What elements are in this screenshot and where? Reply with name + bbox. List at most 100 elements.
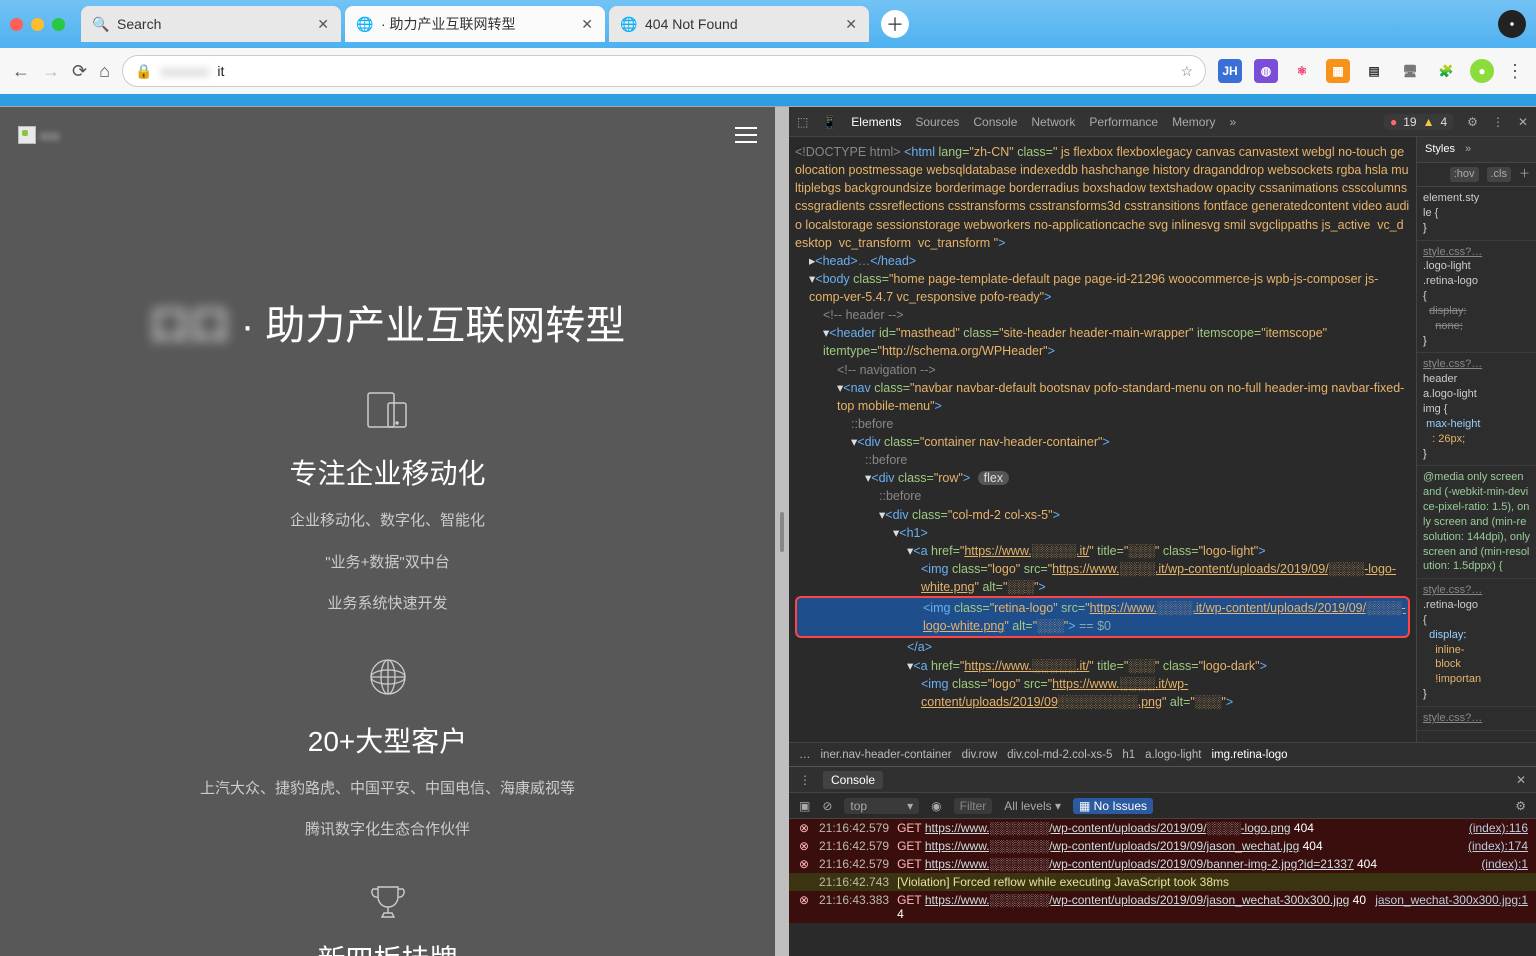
- dom-comment: <!-- header -->: [795, 306, 1410, 324]
- inspect-icon[interactable]: ⬚: [797, 115, 808, 129]
- dom-line: <!DOCTYPE html>: [795, 145, 901, 159]
- globe-wire-icon: [368, 657, 408, 697]
- dom-line[interactable]: ▾<header id="masthead" class="site-heade…: [795, 324, 1410, 360]
- console-toolbar: ▣ ⊘ top ▾ ◉ Filter All levels ▾ ▦ No Iss…: [789, 793, 1536, 819]
- dom-line[interactable]: ▾<nav class="navbar navbar-default boots…: [795, 379, 1410, 415]
- console-log-line: ⊗21:16:42.579GET https://www.░░░░░░░/wp-…: [789, 837, 1536, 855]
- section-line: 腾讯数字化生态合作伙伴: [0, 817, 775, 843]
- context-select[interactable]: top ▾: [844, 798, 919, 814]
- section-clients: 20+大型客户 上汽大众、捷豹路虎、中国平安、中国电信、海康威视等 腾讯数字化生…: [0, 657, 775, 843]
- extension-green-icon[interactable]: ●: [1470, 59, 1494, 83]
- section-line: 企业移动化、数字化、智能化: [0, 508, 775, 534]
- dom-tree[interactable]: <!DOCTYPE html> <html lang="zh-CN" class…: [789, 137, 1416, 742]
- dom-comment: <!-- navigation -->: [795, 361, 1410, 379]
- url-blurred: xxxxxxx: [160, 63, 209, 79]
- dom-selected-line[interactable]: <img class="retina-logo" src="https://ww…: [795, 596, 1410, 638]
- style-block[interactable]: style.css?… .retina-logo{ display: inlin…: [1417, 579, 1536, 707]
- cls-toggle[interactable]: .cls: [1487, 167, 1512, 182]
- extension-jh-icon[interactable]: JH: [1218, 59, 1242, 83]
- dom-pseudo: ::before: [795, 451, 1410, 469]
- section-title: 新四板挂牌: [0, 938, 775, 956]
- close-drawer-icon[interactable]: ✕: [1516, 773, 1526, 787]
- dom-breadcrumb[interactable]: … iner.nav-header-container div.row div.…: [789, 742, 1536, 766]
- home-button[interactable]: ⌂: [99, 61, 110, 82]
- extension-purple-icon[interactable]: ◍: [1254, 59, 1278, 83]
- new-tab-button[interactable]: ＋: [881, 10, 909, 38]
- extension-puzzle-icon[interactable]: 🧩: [1434, 59, 1458, 83]
- search-icon: 🔍: [93, 16, 109, 32]
- tab-site[interactable]: 🌐 · 助力产业互联网转型 ✕: [345, 6, 605, 42]
- drawer-menu-icon[interactable]: ⋮: [799, 773, 811, 787]
- dom-line[interactable]: ▾<a href="https://www.░░░░░.it/" title="…: [795, 657, 1410, 675]
- style-block[interactable]: element.style {}: [1417, 187, 1536, 241]
- tab-search[interactable]: 🔍 Search ✕: [81, 6, 341, 42]
- console-log-list[interactable]: ⊗21:16:42.579GET https://www.░░░░░░░/wp-…: [789, 819, 1536, 956]
- levels-select[interactable]: All levels ▾: [1004, 799, 1061, 813]
- dom-line[interactable]: ▾<h1>: [795, 524, 1410, 542]
- extension-qr-icon[interactable]: ▤: [1362, 59, 1386, 83]
- back-button[interactable]: ←: [12, 61, 30, 82]
- hov-toggle[interactable]: :hov: [1450, 167, 1479, 182]
- forward-button[interactable]: →: [42, 61, 60, 82]
- no-issues-chip[interactable]: ▦ No Issues: [1073, 798, 1153, 814]
- style-block[interactable]: @media only screen and (-webkit-min-devi…: [1417, 466, 1536, 579]
- minimize-window-button[interactable]: [31, 18, 44, 31]
- tab-performance[interactable]: Performance: [1089, 115, 1158, 129]
- filter-input[interactable]: Filter: [954, 798, 993, 814]
- tab-strip: 🔍 Search ✕ 🌐 · 助力产业互联网转型 ✕ 🌐 404 Not Fou…: [81, 6, 909, 42]
- styles-pane[interactable]: Styles » :hov .cls ＋ element.style {} st…: [1416, 137, 1536, 742]
- issues-chip[interactable]: ●19▲4: [1384, 114, 1453, 130]
- add-rule-icon[interactable]: ＋: [1519, 167, 1530, 182]
- tab-network[interactable]: Network: [1031, 115, 1075, 129]
- tab-memory[interactable]: Memory: [1172, 115, 1215, 129]
- broken-logo-image: xxx: [18, 126, 60, 144]
- dom-line[interactable]: ▾<div class="col-md-2 col-xs-5">: [795, 506, 1410, 524]
- fullscreen-window-button[interactable]: [52, 18, 65, 31]
- styles-tab[interactable]: Styles: [1425, 142, 1455, 157]
- dom-line[interactable]: <img class="logo" src="https://www.░░░░.…: [795, 560, 1410, 596]
- dom-line[interactable]: ▾<body class="home page-template-default…: [795, 270, 1410, 306]
- dom-line[interactable]: ▾<div class="container nav-header-contai…: [795, 433, 1410, 451]
- section-line: 业务系统快速开发: [0, 591, 775, 617]
- extension-display-icon[interactable]: 🖥: [1398, 59, 1422, 83]
- bookmark-star-icon[interactable]: ☆: [1180, 63, 1193, 80]
- close-window-button[interactable]: [10, 18, 23, 31]
- hamburger-menu-button[interactable]: [735, 127, 757, 143]
- eye-icon[interactable]: ◉: [931, 799, 941, 813]
- close-icon[interactable]: ✕: [845, 16, 857, 33]
- clear-console-icon[interactable]: ⊘: [822, 799, 832, 813]
- more-tabs-icon[interactable]: »: [1229, 115, 1236, 129]
- settings-icon[interactable]: ⚙: [1467, 115, 1478, 129]
- style-block[interactable]: style.css?… .logo-light.retina-logo{ dis…: [1417, 241, 1536, 354]
- extension-atom-icon[interactable]: ⚛: [1290, 59, 1314, 83]
- dom-line[interactable]: ▸<head>…</head>: [795, 252, 1410, 270]
- overflow-menu-button[interactable]: ⋮: [1506, 61, 1524, 82]
- tab-console[interactable]: Console: [973, 115, 1017, 129]
- style-block[interactable]: style.css?…: [1417, 707, 1536, 731]
- tab-elements[interactable]: Elements: [851, 115, 901, 129]
- tab-404[interactable]: 🌐 404 Not Found ✕: [609, 6, 869, 42]
- reload-button[interactable]: ⟳: [72, 61, 87, 82]
- tab-sources[interactable]: Sources: [915, 115, 959, 129]
- drawer-console-tab[interactable]: Console: [823, 771, 883, 789]
- url-bar[interactable]: 🔒 xxxxxxx it ☆: [122, 55, 1206, 87]
- hero-title: · 助力产业互联网转型: [241, 304, 625, 348]
- dom-line[interactable]: ▾<a href="https://www.░░░░░.it/" title="…: [795, 542, 1410, 560]
- device-toggle-icon[interactable]: 📱: [822, 115, 837, 129]
- more-icon[interactable]: »: [1465, 142, 1471, 157]
- sidebar-toggle-icon[interactable]: ▣: [799, 799, 810, 813]
- profile-button[interactable]: [1498, 10, 1526, 38]
- close-devtools-icon[interactable]: ✕: [1518, 115, 1528, 129]
- close-icon[interactable]: ✕: [317, 16, 329, 33]
- trophy-icon: [368, 883, 408, 919]
- hero-section: 口口 · 助力产业互联网转型: [0, 163, 775, 351]
- extension-orange-icon[interactable]: ▦: [1326, 59, 1350, 83]
- dom-line[interactable]: ▾<div class="row"> flex: [795, 469, 1410, 487]
- style-block[interactable]: style.css?… headera.logo-lightimg { max-…: [1417, 353, 1536, 466]
- dom-line: <html lang="zh-CN" class=" js flexbox fl…: [795, 145, 1411, 250]
- devtools-splitter[interactable]: [775, 107, 789, 956]
- close-icon[interactable]: ✕: [581, 16, 593, 33]
- dom-line[interactable]: <img class="logo" src="https://www.░░░░.…: [795, 675, 1410, 711]
- kebab-icon[interactable]: ⋮: [1492, 115, 1504, 129]
- console-settings-icon[interactable]: ⚙: [1515, 799, 1526, 813]
